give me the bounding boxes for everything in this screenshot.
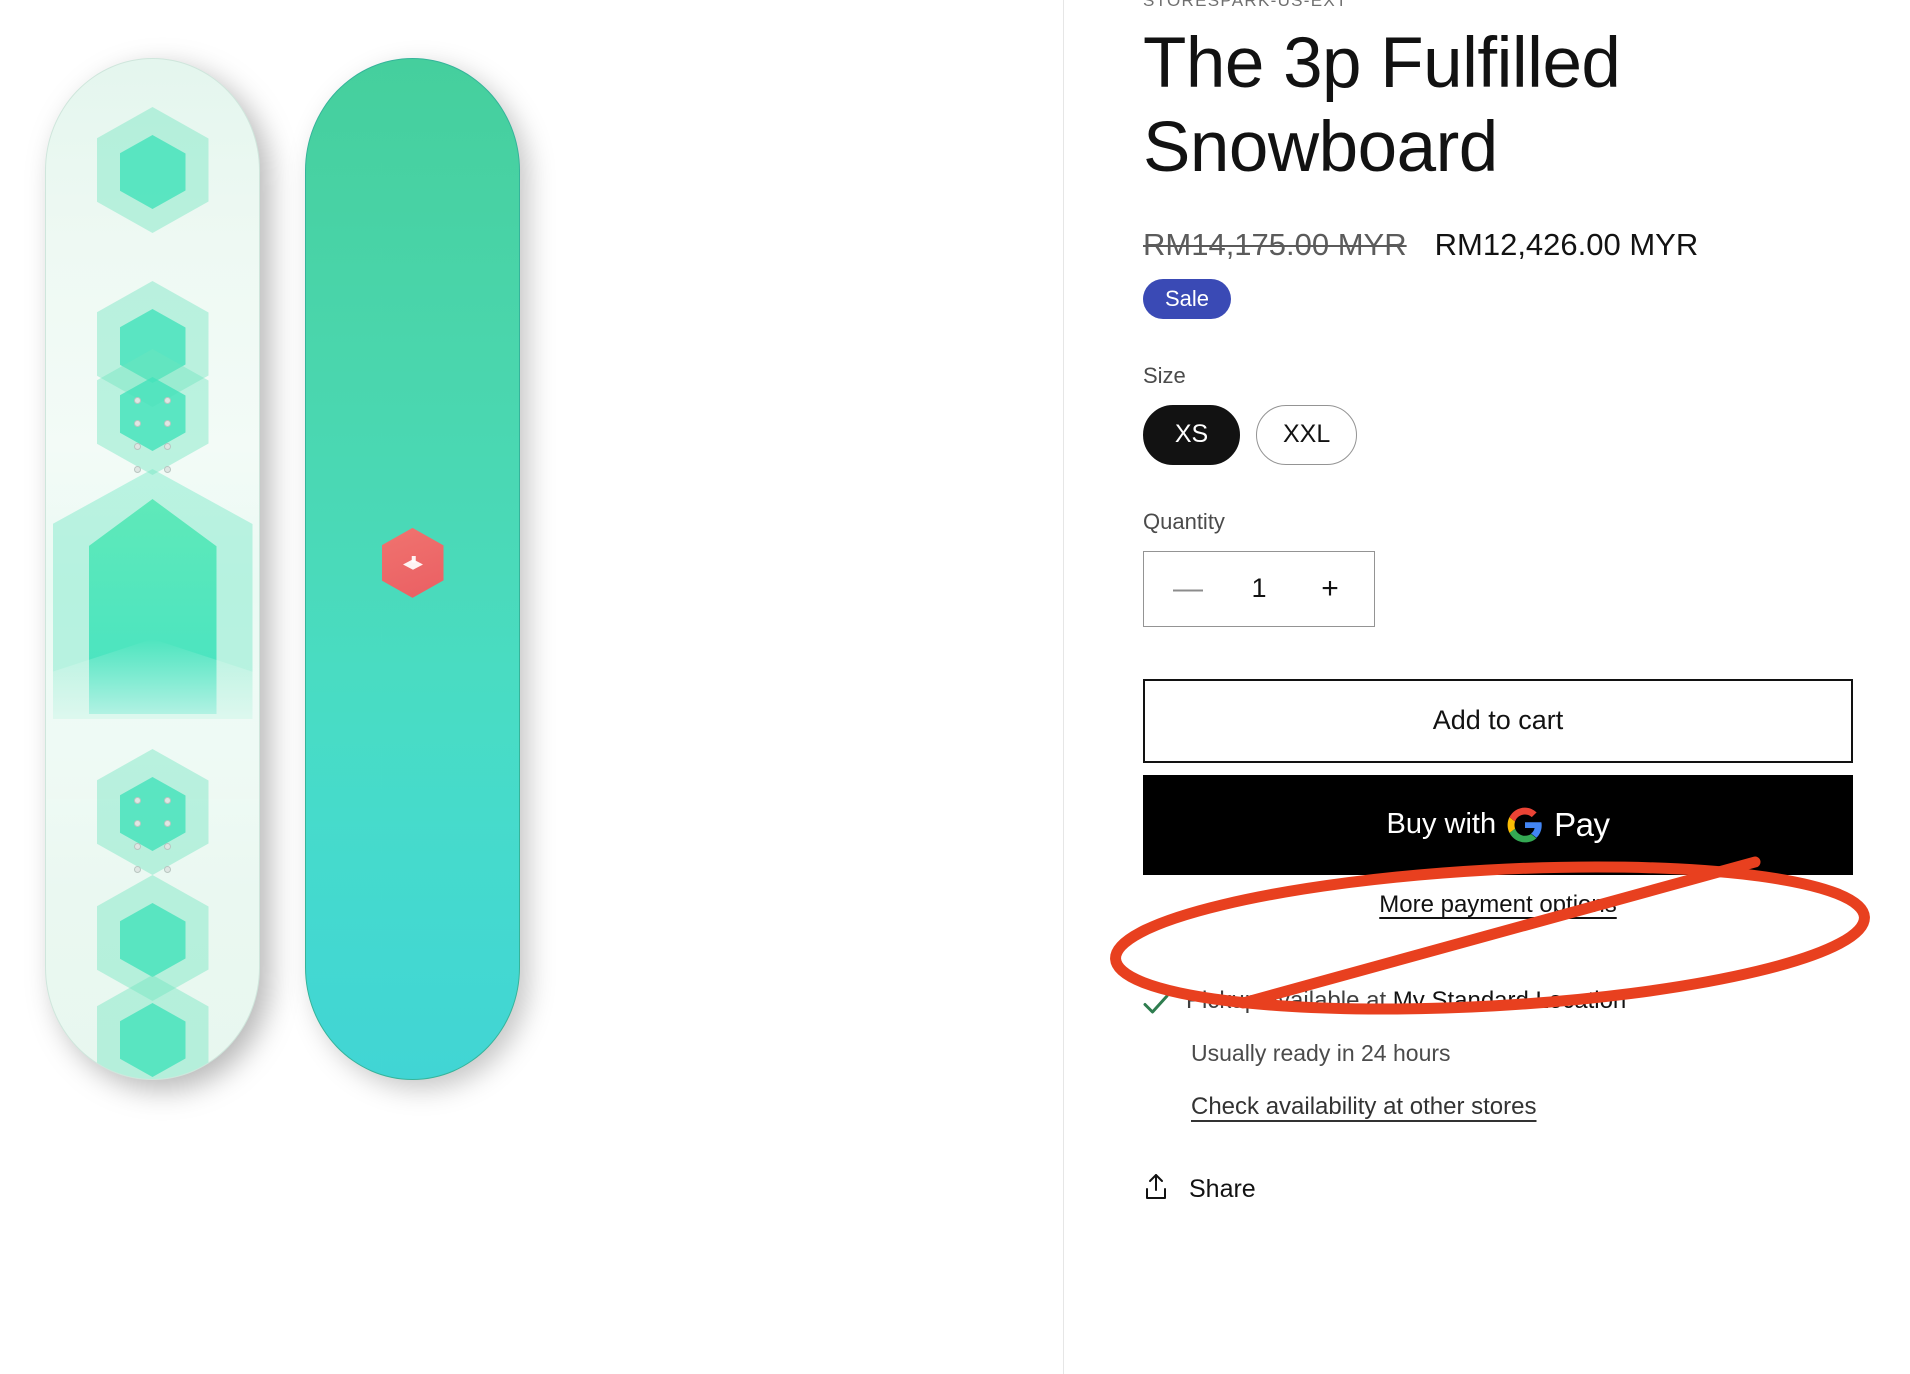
screw-icon [134,866,141,873]
screw-icon [164,797,171,804]
screw-icon [134,820,141,827]
share-button[interactable]: Share [1143,1173,1854,1206]
check-other-stores-link[interactable]: Check availability at other stores [1191,1093,1537,1121]
gpay-suffix-label: Pay [1554,805,1610,843]
quantity-value[interactable]: 1 [1251,573,1266,604]
share-icon [1143,1173,1169,1206]
cta-group: Add to cart Buy with Pay More payment op… [1143,678,1854,919]
buy-with-google-pay-button[interactable]: Buy with Pay [1143,774,1853,875]
page-title: The 3p Fulfilled Snowboard [1143,24,1621,188]
compare-at-price: RM14,175.00 MYR [1143,226,1407,262]
status-badge: Sale [1143,278,1232,319]
size-option-xxl[interactable]: XXL [1256,404,1358,465]
product-gallery [0,0,1063,1374]
binding-screw-holes [123,789,183,881]
pickup-prefix: Pickup available at [1186,986,1393,1014]
snowboard-left-surface [45,58,260,1080]
quantity-label: Quantity [1143,508,1225,534]
pickup-availability: Pickup available at My Standard Location… [1143,987,1854,1121]
product-page: STORESPARK-US-EXT The 3p Fulfilled Snowb… [0,0,1910,1374]
quantity-decrease-button[interactable]: — [1168,569,1208,609]
share-label: Share [1189,1174,1256,1203]
screw-icon [134,397,141,404]
snowboard-right-surface [305,58,520,1080]
price-row: RM14,175.00 MYR RM12,426.00 MYR [1143,227,1854,263]
more-payment-options-link[interactable]: More payment options [1143,891,1853,919]
product-image-board-left[interactable] [45,58,260,1080]
screw-icon [164,843,171,850]
screw-icon [134,797,141,804]
pickup-status-line: Pickup available at My Standard Location [1143,987,1854,1020]
quantity-increase-button[interactable]: + [1310,569,1350,609]
screw-icon [164,420,171,427]
size-options: XS XXL [1143,404,1854,465]
screw-icon [164,466,171,473]
screw-icon [164,866,171,873]
product-image-board-right[interactable] [305,58,520,1080]
pickup-location: My Standard Location [1392,986,1627,1014]
screw-icon [134,443,141,450]
product-info: STORESPARK-US-EXT The 3p Fulfilled Snowb… [1063,0,1910,1374]
add-to-cart-button[interactable]: Add to cart [1143,678,1853,763]
current-price: RM12,426.00 MYR [1434,226,1699,262]
google-pay-logo [1506,806,1544,844]
gpay-prefix-label: Buy with [1386,808,1497,841]
check-icon [1143,993,1169,1020]
brand-hexagon-logo-icon [381,527,444,598]
screw-icon [134,420,141,427]
screw-icon [134,466,141,473]
screw-icon [134,843,141,850]
google-g-icon [1507,807,1542,843]
pickup-ready-time: Usually ready in 24 hours [1191,1039,1451,1066]
screw-icon [164,397,171,404]
screw-icon [164,443,171,450]
pickup-status-text: Pickup available at My Standard Location [1186,987,1626,1015]
size-label: Size [1143,362,1186,388]
binding-screw-holes [123,389,183,481]
size-option-xs[interactable]: XS [1143,404,1240,465]
screw-icon [164,820,171,827]
product-vendor: STORESPARK-US-EXT [1143,0,1348,10]
quantity-stepper: — 1 + [1143,550,1375,627]
